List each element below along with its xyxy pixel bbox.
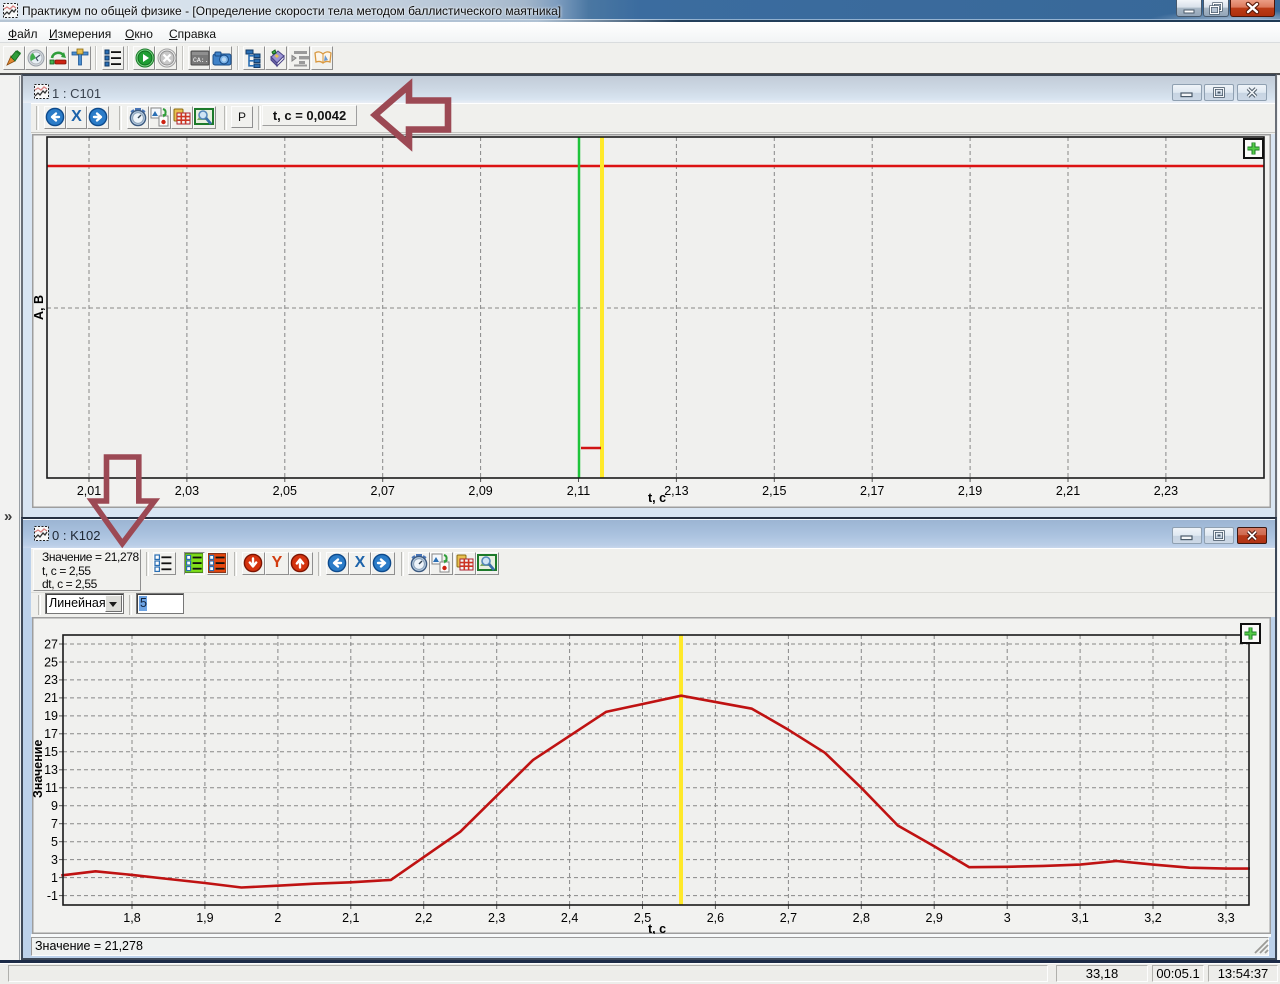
svg-text:23: 23 — [44, 673, 58, 687]
svg-text:2,03: 2,03 — [175, 484, 199, 498]
svg-text:2,7: 2,7 — [780, 911, 797, 925]
svg-text:2,13: 2,13 — [664, 484, 688, 498]
svg-text:t, c: t, c — [648, 922, 666, 934]
svg-text:2,19: 2,19 — [958, 484, 982, 498]
svg-text:1,9: 1,9 — [196, 911, 213, 925]
svg-text:2,11: 2,11 — [567, 484, 590, 498]
svg-text:27: 27 — [44, 637, 58, 651]
svg-text:5: 5 — [51, 835, 58, 849]
svg-text:2,07: 2,07 — [371, 484, 395, 498]
svg-text:-1: -1 — [47, 889, 58, 903]
svg-text:2,05: 2,05 — [273, 484, 297, 498]
svg-text:11: 11 — [45, 781, 58, 795]
svg-text:3: 3 — [51, 853, 58, 867]
svg-text:7: 7 — [51, 817, 58, 831]
svg-text:2: 2 — [274, 911, 281, 925]
svg-text:1,8: 1,8 — [123, 911, 140, 925]
svg-text:Значение: Значение — [32, 740, 45, 798]
svg-text:25: 25 — [44, 655, 58, 669]
svg-text:CA:.: CA:. — [193, 57, 209, 64]
svg-text:2,8: 2,8 — [853, 911, 870, 925]
svg-text:9: 9 — [51, 799, 58, 813]
svg-text:А, В: А, В — [32, 295, 46, 320]
svg-text:3,1: 3,1 — [1071, 911, 1088, 925]
svg-text:3,3: 3,3 — [1217, 911, 1234, 925]
svg-text:2,1: 2,1 — [342, 911, 359, 925]
svg-text:1: 1 — [51, 871, 58, 885]
svg-text:21: 21 — [44, 691, 58, 705]
svg-text:t, c: t, c — [648, 491, 666, 505]
svg-text:2,17: 2,17 — [860, 484, 884, 498]
svg-text:17: 17 — [44, 727, 58, 741]
svg-text:13: 13 — [44, 763, 58, 777]
svg-text:2,9: 2,9 — [926, 911, 943, 925]
svg-text:2,4: 2,4 — [561, 911, 578, 925]
svg-text:2,3: 2,3 — [488, 911, 505, 925]
svg-text:2,01: 2,01 — [77, 484, 101, 498]
svg-text:2,15: 2,15 — [762, 484, 786, 498]
svg-text:2,21: 2,21 — [1056, 484, 1080, 498]
svg-text:3,2: 3,2 — [1144, 911, 1161, 925]
svg-text:2,09: 2,09 — [468, 484, 492, 498]
svg-text:2,23: 2,23 — [1154, 484, 1178, 498]
svg-text:3: 3 — [1004, 911, 1011, 925]
svg-text:19: 19 — [44, 709, 58, 723]
svg-text:2,6: 2,6 — [707, 911, 724, 925]
svg-text:15: 15 — [44, 745, 58, 759]
svg-text:2,2: 2,2 — [415, 911, 432, 925]
